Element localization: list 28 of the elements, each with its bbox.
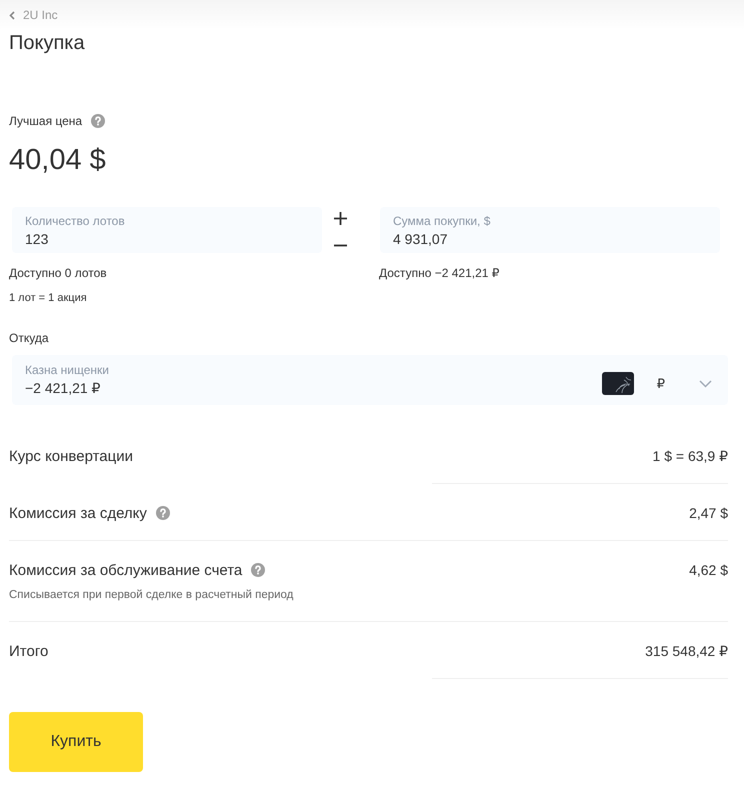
lot-note-text: 1 лот = 1 акция: [9, 291, 87, 306]
account-select[interactable]: Казна нищенки −2 421,21 ₽ ₽: [12, 355, 728, 405]
summary-value: 4,62 $: [689, 562, 728, 578]
card-icon: [602, 372, 634, 395]
amount-input-field[interactable]: Сумма покупки, $ 4 931,07: [380, 207, 720, 253]
available-lots-text: Доступно 0 лотов: [9, 265, 108, 281]
source-label: Откуда: [9, 330, 48, 346]
help-icon[interactable]: [156, 506, 170, 520]
summary-label: Комиссия за сделку: [9, 504, 147, 522]
summary-label: Комиссия за обслуживание счета: [9, 562, 242, 578]
page-title: Покупка: [9, 31, 85, 56]
summary-label: Итого: [9, 642, 48, 660]
currency-text: ₽: [656, 376, 665, 392]
plus-icon[interactable]: [332, 210, 348, 226]
back-caret-icon[interactable]: [9, 10, 15, 20]
summary-value: 1 $ = 63,9 ₽: [652, 448, 728, 464]
help-icon[interactable]: [251, 563, 266, 577]
summary-value: 2,47 $: [689, 505, 728, 521]
best-price-value: 40,04 $: [9, 143, 106, 178]
summary-value: 315 548,42 ₽: [645, 642, 728, 660]
summary-label: Курс конвертации: [9, 448, 133, 464]
buy-button[interactable]: Купить: [9, 712, 143, 772]
summary-note: Списывается при первой сделке в расчетный период: [9, 588, 294, 603]
help-icon[interactable]: [91, 114, 106, 128]
available-funds-text: Доступно −2 421,21 ₽: [379, 265, 500, 281]
lots-input-field[interactable]: Количество лотов 123: [12, 207, 322, 253]
chevron-down-icon[interactable]: [699, 380, 712, 388]
best-price-label: Лучшая цена: [9, 113, 82, 129]
